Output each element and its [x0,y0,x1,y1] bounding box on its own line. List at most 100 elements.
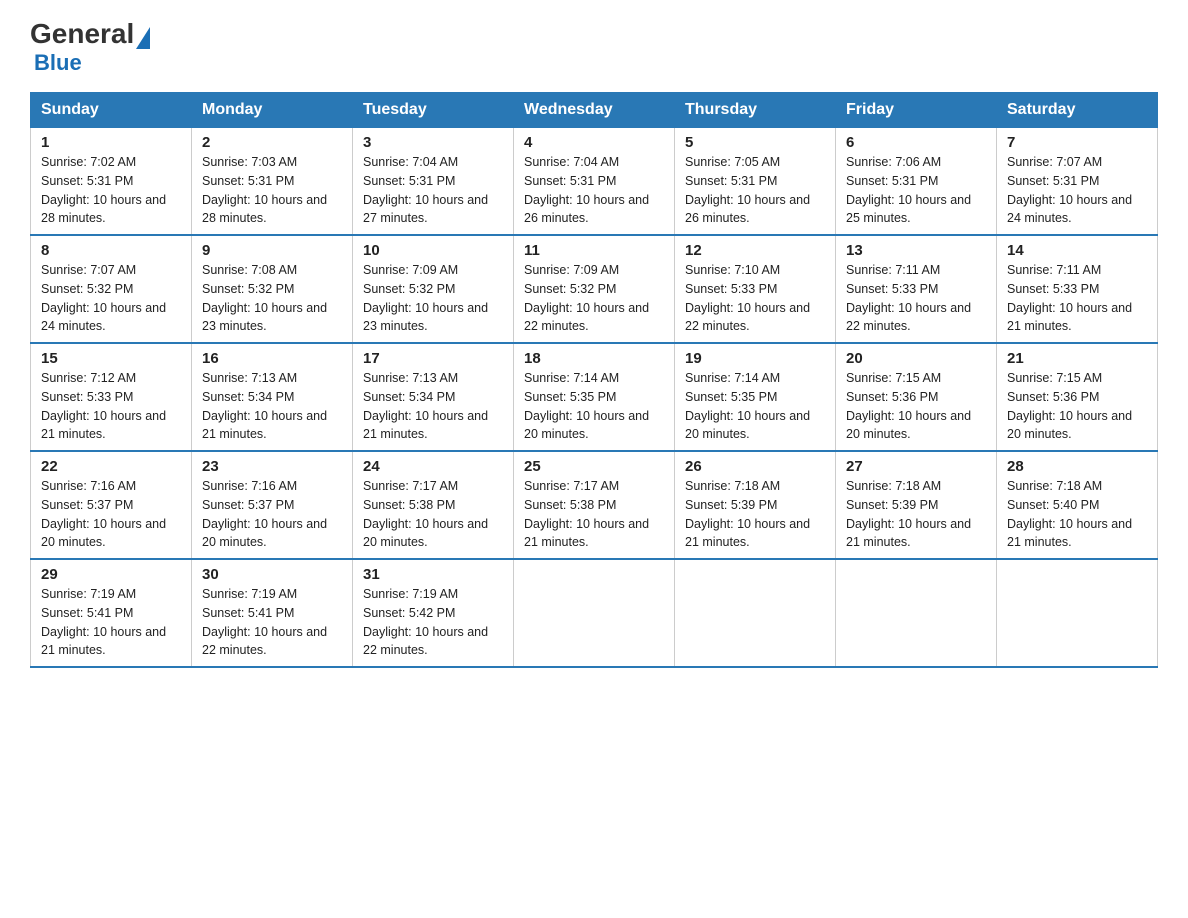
week-row-5: 29 Sunrise: 7:19 AM Sunset: 5:41 PM Dayl… [31,559,1158,667]
week-row-3: 15 Sunrise: 7:12 AM Sunset: 5:33 PM Dayl… [31,343,1158,451]
day-number: 4 [524,134,664,151]
day-info: Sunrise: 7:03 AM Sunset: 5:31 PM Dayligh… [202,153,342,228]
calendar-cell: 31 Sunrise: 7:19 AM Sunset: 5:42 PM Dayl… [353,559,514,667]
day-number: 6 [846,134,986,151]
day-info: Sunrise: 7:18 AM Sunset: 5:39 PM Dayligh… [846,477,986,552]
calendar-cell: 4 Sunrise: 7:04 AM Sunset: 5:31 PM Dayli… [514,128,675,236]
calendar-cell: 10 Sunrise: 7:09 AM Sunset: 5:32 PM Dayl… [353,235,514,343]
day-info: Sunrise: 7:19 AM Sunset: 5:42 PM Dayligh… [363,585,503,660]
calendar-cell: 21 Sunrise: 7:15 AM Sunset: 5:36 PM Dayl… [997,343,1158,451]
day-number: 12 [685,242,825,259]
calendar-cell: 20 Sunrise: 7:15 AM Sunset: 5:36 PM Dayl… [836,343,997,451]
calendar-cell: 23 Sunrise: 7:16 AM Sunset: 5:37 PM Dayl… [192,451,353,559]
day-info: Sunrise: 7:14 AM Sunset: 5:35 PM Dayligh… [524,369,664,444]
calendar-cell [675,559,836,667]
day-number: 1 [41,134,181,151]
calendar-cell: 25 Sunrise: 7:17 AM Sunset: 5:38 PM Dayl… [514,451,675,559]
calendar-cell: 8 Sunrise: 7:07 AM Sunset: 5:32 PM Dayli… [31,235,192,343]
calendar-cell: 7 Sunrise: 7:07 AM Sunset: 5:31 PM Dayli… [997,128,1158,236]
day-number: 23 [202,458,342,475]
day-number: 22 [41,458,181,475]
page-header: General Blue [30,20,1158,76]
day-info: Sunrise: 7:15 AM Sunset: 5:36 PM Dayligh… [846,369,986,444]
day-info: Sunrise: 7:07 AM Sunset: 5:31 PM Dayligh… [1007,153,1147,228]
day-number: 14 [1007,242,1147,259]
calendar-cell: 26 Sunrise: 7:18 AM Sunset: 5:39 PM Dayl… [675,451,836,559]
day-info: Sunrise: 7:17 AM Sunset: 5:38 PM Dayligh… [363,477,503,552]
calendar-cell: 3 Sunrise: 7:04 AM Sunset: 5:31 PM Dayli… [353,128,514,236]
calendar-cell: 14 Sunrise: 7:11 AM Sunset: 5:33 PM Dayl… [997,235,1158,343]
logo-general-text: General [30,20,134,48]
day-number: 21 [1007,350,1147,367]
day-info: Sunrise: 7:04 AM Sunset: 5:31 PM Dayligh… [363,153,503,228]
calendar-cell: 18 Sunrise: 7:14 AM Sunset: 5:35 PM Dayl… [514,343,675,451]
day-info: Sunrise: 7:06 AM Sunset: 5:31 PM Dayligh… [846,153,986,228]
weekday-header-monday: Monday [192,93,353,128]
day-number: 3 [363,134,503,151]
day-number: 26 [685,458,825,475]
calendar-cell: 27 Sunrise: 7:18 AM Sunset: 5:39 PM Dayl… [836,451,997,559]
calendar-cell [997,559,1158,667]
day-info: Sunrise: 7:09 AM Sunset: 5:32 PM Dayligh… [524,261,664,336]
calendar-cell: 12 Sunrise: 7:10 AM Sunset: 5:33 PM Dayl… [675,235,836,343]
day-info: Sunrise: 7:19 AM Sunset: 5:41 PM Dayligh… [202,585,342,660]
calendar-cell [514,559,675,667]
day-info: Sunrise: 7:14 AM Sunset: 5:35 PM Dayligh… [685,369,825,444]
calendar-cell: 22 Sunrise: 7:16 AM Sunset: 5:37 PM Dayl… [31,451,192,559]
day-number: 18 [524,350,664,367]
day-number: 7 [1007,134,1147,151]
day-info: Sunrise: 7:09 AM Sunset: 5:32 PM Dayligh… [363,261,503,336]
week-row-4: 22 Sunrise: 7:16 AM Sunset: 5:37 PM Dayl… [31,451,1158,559]
day-number: 13 [846,242,986,259]
calendar-cell: 11 Sunrise: 7:09 AM Sunset: 5:32 PM Dayl… [514,235,675,343]
day-number: 16 [202,350,342,367]
day-number: 27 [846,458,986,475]
day-info: Sunrise: 7:18 AM Sunset: 5:39 PM Dayligh… [685,477,825,552]
day-number: 20 [846,350,986,367]
calendar-cell: 5 Sunrise: 7:05 AM Sunset: 5:31 PM Dayli… [675,128,836,236]
day-info: Sunrise: 7:17 AM Sunset: 5:38 PM Dayligh… [524,477,664,552]
calendar-cell: 1 Sunrise: 7:02 AM Sunset: 5:31 PM Dayli… [31,128,192,236]
day-info: Sunrise: 7:05 AM Sunset: 5:31 PM Dayligh… [685,153,825,228]
logo-blue-text: Blue [34,50,82,76]
day-number: 2 [202,134,342,151]
calendar-cell: 30 Sunrise: 7:19 AM Sunset: 5:41 PM Dayl… [192,559,353,667]
day-number: 29 [41,566,181,583]
day-info: Sunrise: 7:18 AM Sunset: 5:40 PM Dayligh… [1007,477,1147,552]
calendar-cell [836,559,997,667]
weekday-header-sunday: Sunday [31,93,192,128]
week-row-1: 1 Sunrise: 7:02 AM Sunset: 5:31 PM Dayli… [31,128,1158,236]
day-info: Sunrise: 7:16 AM Sunset: 5:37 PM Dayligh… [202,477,342,552]
day-number: 25 [524,458,664,475]
day-info: Sunrise: 7:13 AM Sunset: 5:34 PM Dayligh… [202,369,342,444]
day-info: Sunrise: 7:15 AM Sunset: 5:36 PM Dayligh… [1007,369,1147,444]
calendar-cell: 2 Sunrise: 7:03 AM Sunset: 5:31 PM Dayli… [192,128,353,236]
day-number: 17 [363,350,503,367]
calendar-table: SundayMondayTuesdayWednesdayThursdayFrid… [30,92,1158,668]
calendar-cell: 6 Sunrise: 7:06 AM Sunset: 5:31 PM Dayli… [836,128,997,236]
calendar-cell: 15 Sunrise: 7:12 AM Sunset: 5:33 PM Dayl… [31,343,192,451]
day-number: 10 [363,242,503,259]
day-number: 9 [202,242,342,259]
day-info: Sunrise: 7:19 AM Sunset: 5:41 PM Dayligh… [41,585,181,660]
day-info: Sunrise: 7:13 AM Sunset: 5:34 PM Dayligh… [363,369,503,444]
calendar-cell: 16 Sunrise: 7:13 AM Sunset: 5:34 PM Dayl… [192,343,353,451]
weekday-header-row: SundayMondayTuesdayWednesdayThursdayFrid… [31,93,1158,128]
day-number: 19 [685,350,825,367]
day-number: 24 [363,458,503,475]
day-number: 15 [41,350,181,367]
day-number: 31 [363,566,503,583]
day-info: Sunrise: 7:02 AM Sunset: 5:31 PM Dayligh… [41,153,181,228]
day-number: 8 [41,242,181,259]
calendar-cell: 9 Sunrise: 7:08 AM Sunset: 5:32 PM Dayli… [192,235,353,343]
day-info: Sunrise: 7:11 AM Sunset: 5:33 PM Dayligh… [846,261,986,336]
calendar-cell: 28 Sunrise: 7:18 AM Sunset: 5:40 PM Dayl… [997,451,1158,559]
weekday-header-wednesday: Wednesday [514,93,675,128]
day-info: Sunrise: 7:04 AM Sunset: 5:31 PM Dayligh… [524,153,664,228]
calendar-cell: 13 Sunrise: 7:11 AM Sunset: 5:33 PM Dayl… [836,235,997,343]
logo: General Blue [30,20,152,76]
calendar-cell: 24 Sunrise: 7:17 AM Sunset: 5:38 PM Dayl… [353,451,514,559]
calendar-cell: 19 Sunrise: 7:14 AM Sunset: 5:35 PM Dayl… [675,343,836,451]
calendar-cell: 17 Sunrise: 7:13 AM Sunset: 5:34 PM Dayl… [353,343,514,451]
day-info: Sunrise: 7:12 AM Sunset: 5:33 PM Dayligh… [41,369,181,444]
